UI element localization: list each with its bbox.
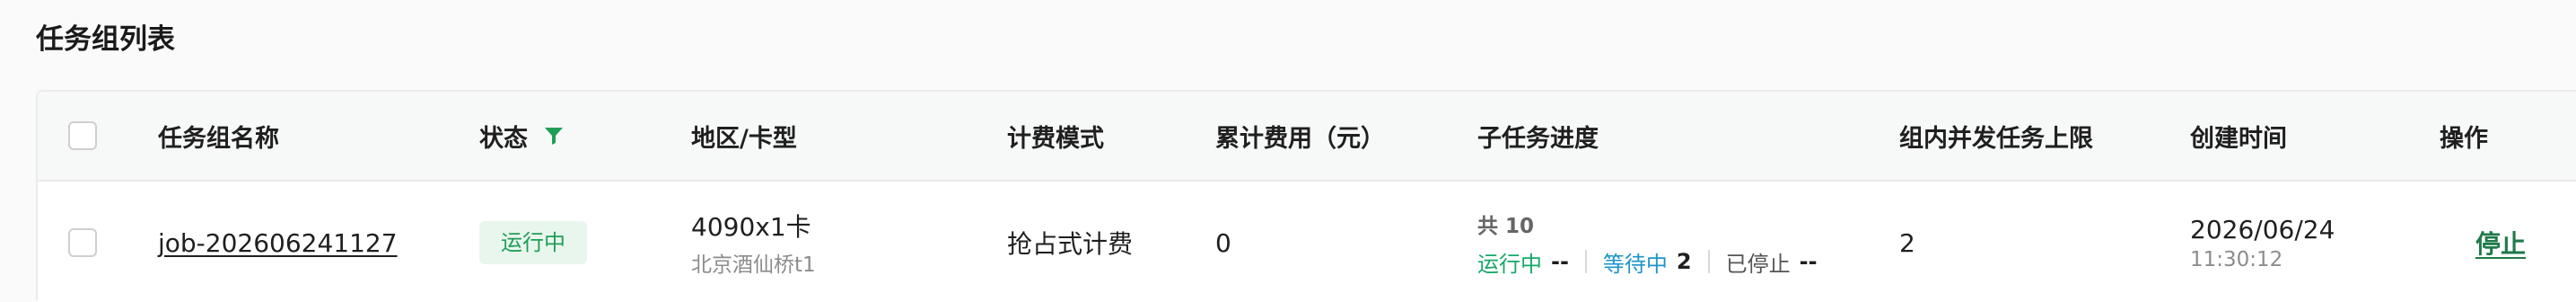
progress-cell: 共 10 运行中 -- 等待中 2 已停止 -- <box>1477 183 1818 302</box>
billing-mode: 抢占式计费 <box>1007 229 1134 259</box>
header-cost: 累计费用（元） <box>1215 124 1385 153</box>
progress-stopped-label: 已停止 <box>1725 251 1791 277</box>
divider <box>1584 250 1587 273</box>
header-concurrency: 组内并发任务上限 <box>1899 124 2093 153</box>
region-name: 北京酒仙桥t1 <box>691 253 816 277</box>
total-cost: 0 <box>1215 227 1231 258</box>
region-cell: 4090x1卡 北京酒仙桥t1 <box>691 183 816 302</box>
progress-total: 共 10 <box>1477 214 1535 238</box>
select-all-cell <box>68 92 97 180</box>
created-cell: 2026/06/24 11:30:12 <box>2190 183 2335 302</box>
task-group-name-link[interactable]: job-202606241127 <box>158 228 398 258</box>
header-billing: 计费模式 <box>1007 124 1104 153</box>
progress-running-value: -- <box>1551 249 1569 274</box>
created-date: 2026/06/24 <box>2190 214 2335 244</box>
header-region: 地区/卡型 <box>691 124 797 153</box>
header-status[interactable]: 状态 <box>479 92 564 180</box>
concurrency-limit: 2 <box>1899 227 1915 258</box>
status-cell: 运行中 <box>479 183 587 302</box>
progress-waiting-label: 等待中 <box>1602 251 1668 277</box>
header-progress: 子任务进度 <box>1477 124 1599 153</box>
table-row: job-202606241127 运行中 4090x1卡 北京酒仙桥t1 抢占式… <box>38 183 2576 302</box>
status-badge: 运行中 <box>479 221 587 264</box>
header-name[interactable]: 任务组名称 <box>158 92 279 180</box>
progress-waiting-value: 2 <box>1676 249 1692 274</box>
select-all-checkbox[interactable] <box>68 121 97 150</box>
row-checkbox[interactable] <box>68 228 97 257</box>
filter-icon[interactable] <box>544 126 564 146</box>
progress-breakdown: 运行中 -- 等待中 2 已停止 -- <box>1477 246 1818 278</box>
stop-button[interactable]: 停止 <box>2475 225 2526 261</box>
progress-stopped-value: -- <box>1799 249 1818 274</box>
divider <box>1707 250 1710 273</box>
row-select-cell <box>68 183 97 302</box>
header-status-label: 状态 <box>479 124 528 153</box>
header-actions: 操作 <box>2440 124 2488 153</box>
progress-running-label: 运行中 <box>1477 251 1542 277</box>
table-header-row: 任务组名称 状态 地区/卡型 计费模式 累计费用（元） 子任务进度 组内并发任务… <box>38 92 2576 182</box>
card-type: 4090x1卡 <box>691 212 811 242</box>
name-cell: job-202606241127 <box>158 183 398 302</box>
actions-cell: 停止 <box>2475 183 2526 302</box>
header-created[interactable]: 创建时间 <box>2190 92 2287 180</box>
task-group-table: 任务组名称 状态 地区/卡型 计费模式 累计费用（元） 子任务进度 组内并发任务… <box>36 90 2576 302</box>
page-title: 任务组列表 <box>36 23 175 56</box>
created-time: 11:30:12 <box>2190 247 2283 271</box>
